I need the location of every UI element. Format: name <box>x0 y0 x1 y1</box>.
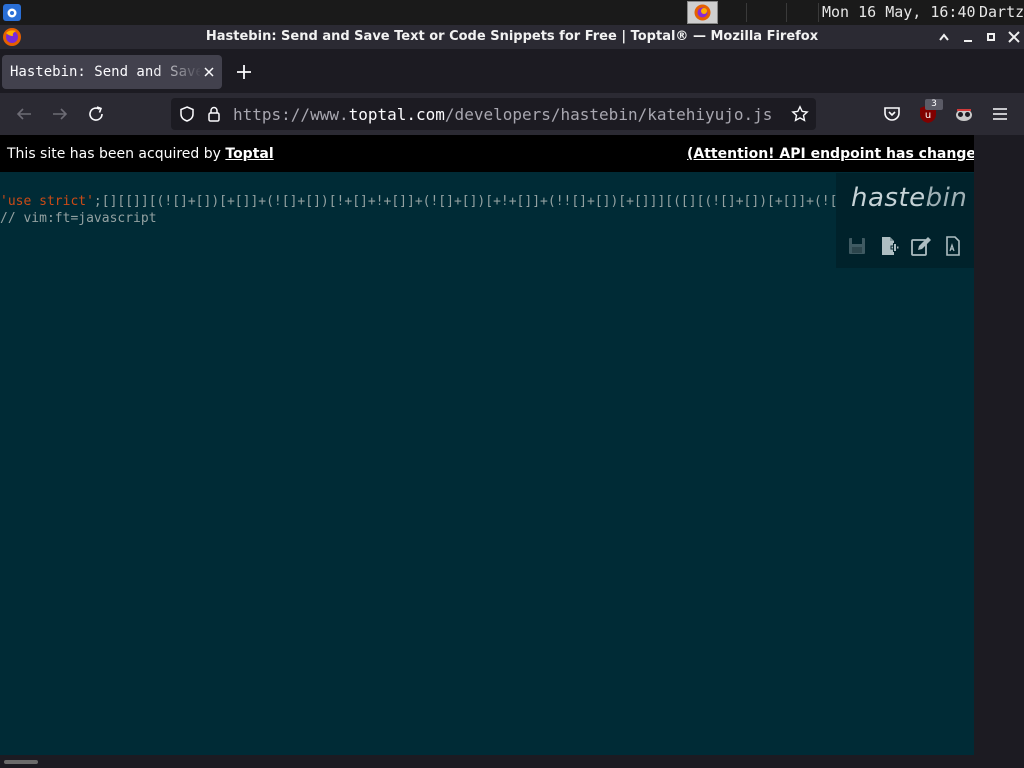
url-host: toptal.com <box>348 105 445 124</box>
window-restore-icon[interactable] <box>981 27 1001 47</box>
logo-haste: haste <box>851 183 926 213</box>
system-user-name[interactable]: Dartz <box>979 3 1024 21</box>
window-title-bar: Hastebin: Send and Save Text or Code Sni… <box>0 25 1024 49</box>
navigation-toolbar: https://www.toptal.com/developers/hasteb… <box>0 93 1024 135</box>
taskbar-firefox-button[interactable] <box>687 1 718 24</box>
privacy-badger-icon[interactable] <box>953 103 975 125</box>
toptal-link[interactable]: Toptal <box>225 146 273 162</box>
panel-separator <box>746 3 747 22</box>
new-document-icon[interactable] <box>878 235 900 257</box>
hastebin-toolbox: hastebin <box>836 173 974 268</box>
hastebin-logo[interactable]: hastebin <box>851 183 967 213</box>
window-minimize-icon[interactable] <box>958 27 978 47</box>
code-line-2: // vim:ft=javascript <box>0 211 157 226</box>
tracking-protection-shield-icon[interactable] <box>178 105 196 123</box>
raw-text-icon[interactable] <box>942 235 964 257</box>
string-literal: 'use strict' <box>0 194 94 209</box>
url-text[interactable]: https://www.toptal.com/developers/hasteb… <box>233 105 772 124</box>
firefox-task-icon <box>694 4 711 21</box>
api-endpoint-notice-link[interactable]: (Attention! API endpoint has changed) <box>687 146 974 162</box>
lock-icon[interactable] <box>205 105 223 123</box>
window-maximize-chevron-icon[interactable] <box>934 27 954 47</box>
address-bar[interactable]: https://www.toptal.com/developers/hasteb… <box>171 98 816 130</box>
page-right-margin <box>974 135 1024 755</box>
panel-separator <box>786 3 787 22</box>
svg-text:u: u <box>925 110 931 121</box>
panel-separator <box>818 3 819 22</box>
acquired-text: This site has been acquired by <box>7 146 226 162</box>
url-prefix: https://www. <box>233 105 349 124</box>
acquisition-notice-bar: This site has been acquired by Toptal (A… <box>0 135 974 172</box>
tab-label-fade <box>152 55 202 89</box>
duplicate-edit-icon[interactable] <box>910 235 932 257</box>
extension-badge-count: 3 <box>925 99 943 110</box>
url-path: /developers/hastebin/katehiyujo.js <box>444 105 773 124</box>
scrollbar-thumb[interactable] <box>4 760 38 764</box>
horizontal-scrollbar[interactable] <box>0 755 1024 768</box>
window-close-icon[interactable] <box>1004 27 1024 47</box>
bookmark-star-icon[interactable] <box>791 105 809 123</box>
code-line-1: 'use strict';[][[]][(![]+[])[+[]]+(![]+[… <box>0 193 974 210</box>
tab-hastebin[interactable]: Hastebin: Send and Save Text or Code Sni… <box>2 55 222 89</box>
tab-close-icon[interactable] <box>200 63 218 81</box>
system-clock[interactable]: Mon 16 May, 16:40 <box>822 3 976 21</box>
pocket-icon[interactable] <box>881 103 903 125</box>
logo-bin: bin <box>925 183 968 213</box>
hamburger-menu-icon[interactable] <box>989 103 1011 125</box>
page-content: This site has been acquired by Toptal (A… <box>0 135 974 755</box>
new-tab-plus-icon[interactable] <box>234 62 254 82</box>
code-editor[interactable]: 'use strict';[][[]][(![]+[])[+[]]+(![]+[… <box>0 193 974 227</box>
acquired-notice: This site has been acquired by Toptal <box>7 146 274 162</box>
system-top-panel: Mon 16 May, 16:40 Dartz <box>0 0 1024 25</box>
app-launcher-icon[interactable] <box>3 4 21 21</box>
tab-bar: Hastebin: Send and Save Text or Code Sni… <box>0 49 1024 93</box>
back-arrow-icon[interactable] <box>13 103 35 125</box>
forward-arrow-icon[interactable] <box>49 103 71 125</box>
save-icon[interactable] <box>846 235 868 257</box>
window-title: Hastebin: Send and Save Text or Code Sni… <box>205 29 819 44</box>
reload-icon[interactable] <box>85 103 107 125</box>
